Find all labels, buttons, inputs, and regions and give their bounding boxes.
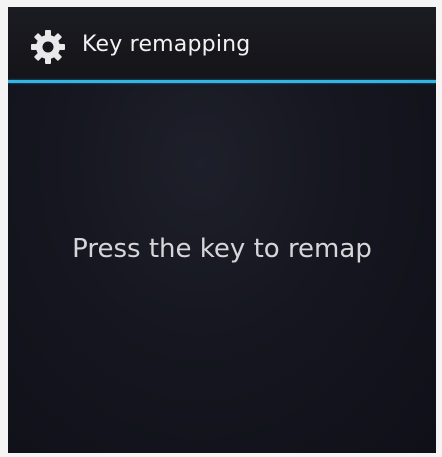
instruction-message: Press the key to remap [72, 234, 372, 264]
device-frame: Key remapping Press the key to remap [0, 0, 442, 457]
action-bar: Key remapping [8, 7, 436, 80]
screen: Key remapping Press the key to remap [8, 7, 436, 453]
gear-icon[interactable] [28, 27, 68, 67]
content-area: Press the key to remap [8, 83, 436, 453]
page-title: Key remapping [82, 32, 251, 57]
